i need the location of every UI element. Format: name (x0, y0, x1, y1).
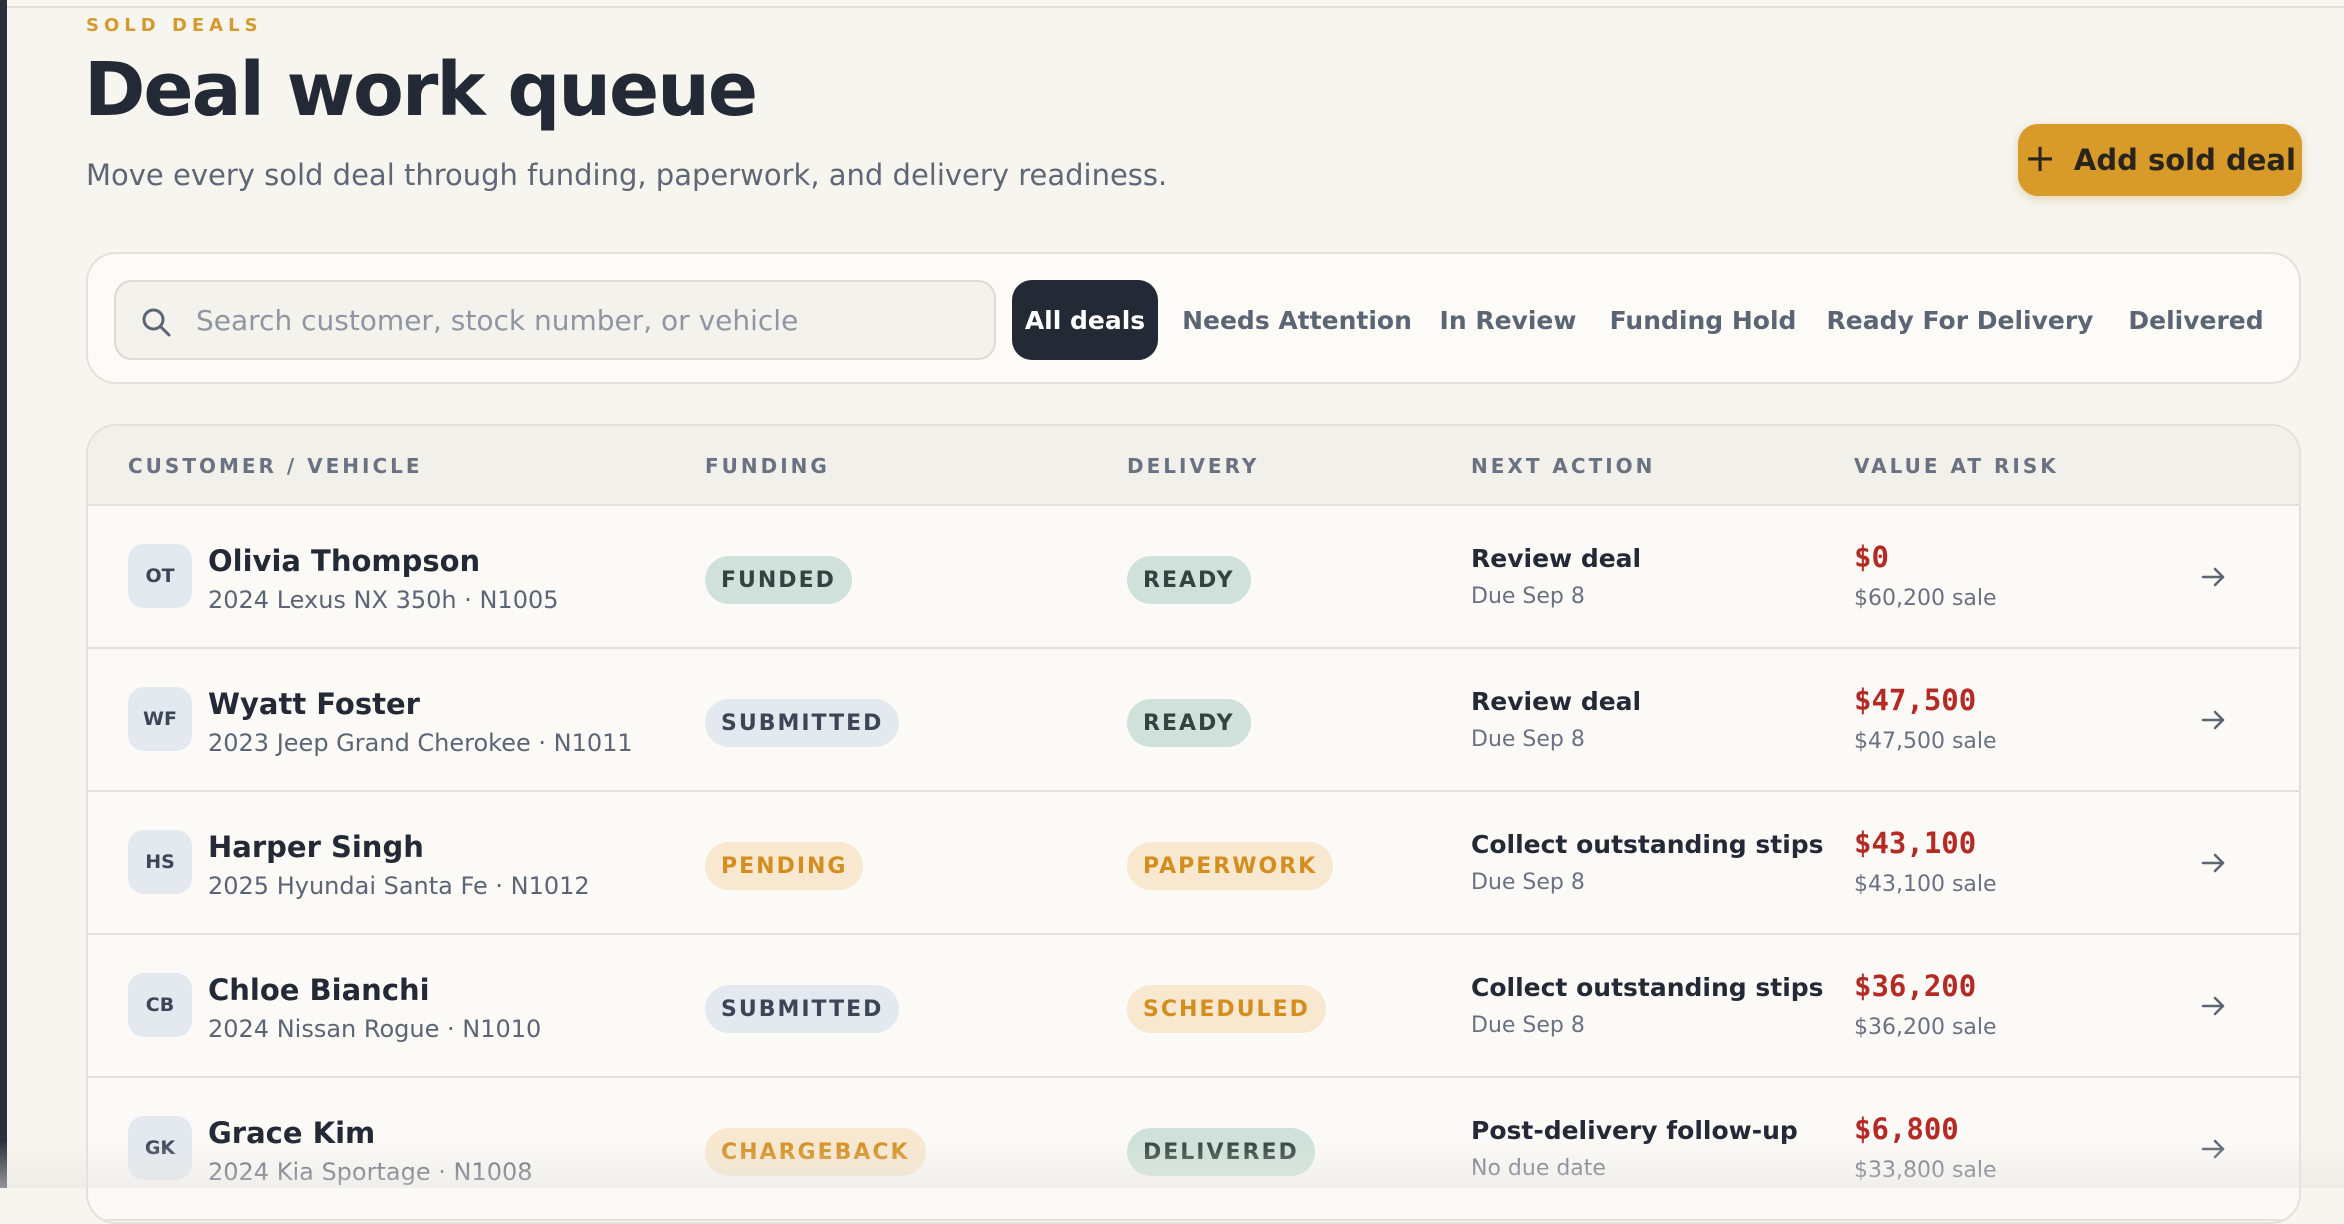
vehicle-info: 2024 Lexus NX 350h · N1005 (208, 586, 559, 614)
column-header-next-action: NEXT ACTION (1471, 454, 1656, 478)
search-icon (142, 308, 171, 337)
avatar: GK (128, 1116, 192, 1180)
next-action: Collect outstanding stips (1471, 973, 1824, 1002)
next-action: Review deal (1471, 687, 1642, 716)
table-row[interactable]: OT Olivia Thompson 2024 Lexus NX 350h · … (88, 506, 2299, 649)
search-box[interactable] (114, 280, 996, 360)
due-date: No due date (1471, 1156, 1606, 1181)
delivery-status-badge: PAPERWORK (1127, 842, 1334, 890)
avatar: CB (128, 973, 192, 1037)
avatar: HS (128, 830, 192, 894)
customer-name: Olivia Thompson (208, 544, 481, 578)
arrow-right-icon[interactable] (2198, 562, 2228, 592)
page-subtitle: Move every sold deal through funding, pa… (86, 158, 1168, 192)
tab-label: All deals (1024, 305, 1146, 335)
next-action: Post-delivery follow-up (1471, 1116, 1798, 1145)
table-row[interactable]: CB Chloe Bianchi 2024 Nissan Rogue · N10… (88, 935, 2299, 1078)
sale-amount: $47,500 sale (1854, 729, 1997, 754)
vehicle-info: 2025 Hyundai Santa Fe · N1012 (208, 872, 590, 900)
page-title: Deal work queue (84, 47, 758, 133)
sale-amount: $60,200 sale (1854, 586, 1997, 611)
customer-name: Grace Kim (208, 1116, 376, 1150)
search-input[interactable] (196, 282, 976, 358)
sale-amount: $43,100 sale (1854, 872, 1997, 897)
table-row[interactable]: HS Harper Singh 2025 Hyundai Santa Fe · … (88, 792, 2299, 935)
arrow-right-icon[interactable] (2198, 705, 2228, 735)
tab-label: Delivered (2128, 305, 2264, 335)
value-at-risk: $47,500 (1854, 683, 1977, 717)
deals-table: CUSTOMER / VEHICLE FUNDING DELIVERY NEXT… (86, 424, 2301, 1224)
delivery-status-badge: READY (1127, 556, 1251, 604)
delivery-status-badge: SCHEDULED (1127, 985, 1326, 1033)
left-rail (0, 0, 7, 1188)
vehicle-info: 2023 Jeep Grand Cherokee · N1011 (208, 729, 633, 757)
tab-label: Needs Attention (1182, 305, 1412, 335)
column-header-value-at-risk: VALUE AT RISK (1854, 454, 2059, 478)
tab-in-review[interactable]: In Review (1436, 280, 1580, 360)
tab-label: Ready For Delivery (1826, 305, 2094, 335)
next-action: Review deal (1471, 544, 1642, 573)
tab-ready-for-delivery[interactable]: Ready For Delivery (1826, 280, 2094, 360)
avatar: WF (128, 687, 192, 751)
arrow-right-icon[interactable] (2198, 991, 2228, 1021)
tab-label: Funding Hold (1609, 305, 1797, 335)
table-header: CUSTOMER / VEHICLE FUNDING DELIVERY NEXT… (88, 426, 2299, 506)
delivery-status-badge: READY (1127, 699, 1251, 747)
add-sold-deal-button[interactable]: + Add sold deal (2018, 124, 2302, 196)
funding-status-badge: FUNDED (705, 556, 852, 604)
column-header-customer: CUSTOMER / VEHICLE (128, 454, 423, 478)
customer-name: Chloe Bianchi (208, 973, 430, 1007)
tab-needs-attention[interactable]: Needs Attention (1178, 280, 1416, 360)
customer-name: Wyatt Foster (208, 687, 420, 721)
customer-name: Harper Singh (208, 830, 424, 864)
sale-amount: $33,800 sale (1854, 1158, 1997, 1183)
due-date: Due Sep 8 (1471, 1013, 1585, 1038)
vehicle-info: 2024 Kia Sportage · N1008 (208, 1158, 533, 1186)
column-header-funding: FUNDING (705, 454, 830, 478)
value-at-risk: $36,200 (1854, 969, 1977, 1003)
due-date: Due Sep 8 (1471, 727, 1585, 752)
plus-icon: + (2024, 136, 2056, 180)
funding-status-badge: SUBMITTED (705, 985, 900, 1033)
due-date: Due Sep 8 (1471, 870, 1585, 895)
tab-all-deals[interactable]: All deals (1012, 280, 1158, 360)
funding-status-badge: CHARGEBACK (705, 1128, 926, 1176)
table-row[interactable]: WF Wyatt Foster 2023 Jeep Grand Cherokee… (88, 649, 2299, 792)
tab-label: In Review (1439, 305, 1577, 335)
column-header-delivery: DELIVERY (1127, 454, 1260, 478)
value-at-risk: $6,800 (1854, 1112, 1959, 1146)
arrow-right-icon[interactable] (2198, 848, 2228, 878)
section-eyebrow: SOLD DEALS (86, 15, 263, 36)
value-at-risk: $0 (1854, 540, 1889, 574)
add-sold-deal-label: Add sold deal (2073, 143, 2296, 177)
funding-status-badge: SUBMITTED (705, 699, 900, 747)
arrow-right-icon[interactable] (2198, 1134, 2228, 1164)
vehicle-info: 2024 Nissan Rogue · N1010 (208, 1015, 542, 1043)
filter-bar: All deals Needs Attention In Review Fund… (86, 252, 2301, 384)
delivery-status-badge: DELIVERED (1127, 1128, 1315, 1176)
tab-delivered[interactable]: Delivered (2114, 280, 2278, 360)
funding-status-badge: PENDING (705, 842, 864, 890)
avatar: OT (128, 544, 192, 608)
tab-funding-hold[interactable]: Funding Hold (1600, 280, 1806, 360)
due-date: Due Sep 8 (1471, 584, 1585, 609)
top-divider (7, 6, 2344, 8)
sale-amount: $36,200 sale (1854, 1015, 1997, 1040)
next-action: Collect outstanding stips (1471, 830, 1824, 859)
table-row[interactable]: GK Grace Kim 2024 Kia Sportage · N1008 C… (88, 1078, 2299, 1221)
value-at-risk: $43,100 (1854, 826, 1977, 860)
